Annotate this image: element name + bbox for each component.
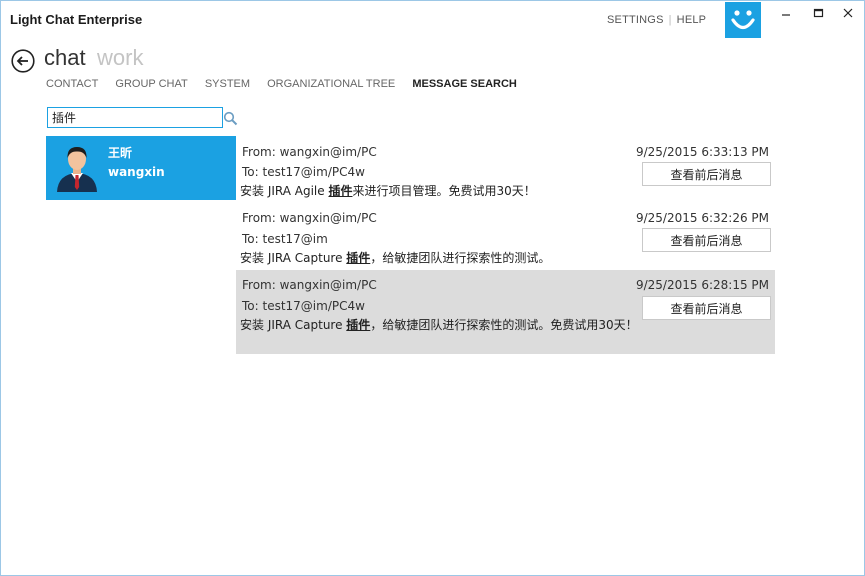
nav-tabs: CONTACT GROUP CHAT SYSTEM ORGANIZATIONAL… bbox=[46, 78, 531, 90]
content-text: ，给敏捷团队进行探索性的测试。免费试用30天！ bbox=[370, 318, 638, 332]
maximize-button[interactable] bbox=[805, 4, 831, 24]
search-highlight: 插件 bbox=[346, 318, 371, 332]
message-from: From: wangxin@im/PC bbox=[242, 278, 377, 292]
tab-system[interactable]: SYSTEM bbox=[205, 78, 250, 90]
content-text: 安装 JIRA Capture bbox=[240, 251, 347, 265]
tab-contact[interactable]: CONTACT bbox=[46, 78, 98, 90]
app-window: Light Chat Enterprise SETTINGS | HELP chat… bbox=[0, 0, 865, 576]
contact-id: wangxin bbox=[108, 165, 165, 179]
content-text: ，给敏捷团队进行探索性的测试。 bbox=[370, 251, 551, 265]
back-arrow-icon bbox=[11, 49, 35, 73]
contact-name: 王昕 bbox=[108, 146, 133, 160]
message-result-selected[interactable]: From: wangxin@im/PC 9/25/2015 6:28:15 PM… bbox=[236, 270, 775, 354]
tab-message-search[interactable]: MESSAGE SEARCH bbox=[412, 78, 517, 90]
maximize-icon bbox=[813, 8, 824, 18]
help-link[interactable]: HELP bbox=[677, 14, 707, 26]
message-time: 9/25/2015 6:28:15 PM bbox=[635, 278, 769, 292]
close-button[interactable] bbox=[835, 4, 861, 24]
top-links: SETTINGS | HELP bbox=[607, 14, 706, 26]
tab-group-chat[interactable]: GROUP CHAT bbox=[115, 78, 187, 90]
message-to: To: test17@im/PC4w bbox=[242, 165, 365, 179]
mode-chat-tab[interactable]: chat bbox=[44, 45, 86, 71]
contact-card[interactable]: 王昕 wangxin bbox=[46, 136, 236, 200]
message-to: To: test17@im/PC4w bbox=[242, 299, 365, 313]
view-context-button[interactable]: 查看前后消息 bbox=[642, 296, 771, 320]
search-icon[interactable] bbox=[223, 111, 238, 126]
smiley-logo-icon bbox=[725, 2, 761, 38]
view-context-button[interactable]: 查看前后消息 bbox=[642, 162, 771, 186]
message-content: 安装 JIRA Capture 插件，给敏捷团队进行探索性的测试。 bbox=[240, 250, 640, 267]
search-highlight: 插件 bbox=[328, 184, 353, 198]
search-highlight: 插件 bbox=[346, 251, 371, 265]
message-from: From: wangxin@im/PC bbox=[242, 211, 377, 225]
content-text: 安装 JIRA Capture bbox=[240, 318, 347, 332]
mode-work-tab[interactable]: work bbox=[97, 45, 143, 71]
content-text: 安装 JIRA Agile bbox=[240, 184, 329, 198]
search-input[interactable] bbox=[47, 107, 223, 128]
tab-organizational-tree[interactable]: ORGANIZATIONAL TREE bbox=[267, 78, 395, 90]
view-context-button[interactable]: 查看前后消息 bbox=[642, 228, 771, 252]
settings-link[interactable]: SETTINGS bbox=[607, 14, 664, 26]
window-controls bbox=[773, 4, 863, 24]
message-result[interactable]: From: wangxin@im/PC 9/25/2015 6:33:13 PM… bbox=[236, 140, 775, 205]
message-content: 安装 JIRA Agile 插件来进行项目管理。免费试用30天！ bbox=[240, 183, 640, 200]
minimize-icon bbox=[782, 14, 790, 16]
avatar bbox=[56, 142, 98, 192]
link-separator: | bbox=[668, 14, 672, 26]
close-icon bbox=[843, 8, 853, 18]
app-title: Light Chat Enterprise bbox=[10, 12, 143, 27]
message-result[interactable]: From: wangxin@im/PC 9/25/2015 6:32:26 PM… bbox=[236, 206, 775, 270]
message-time: 9/25/2015 6:33:13 PM bbox=[635, 145, 769, 159]
message-content: 安装 JIRA Capture 插件，给敏捷团队进行探索性的测试。免费试用30天… bbox=[240, 317, 640, 334]
minimize-button[interactable] bbox=[773, 4, 799, 24]
back-button[interactable] bbox=[11, 49, 35, 73]
message-time: 9/25/2015 6:32:26 PM bbox=[635, 211, 769, 225]
message-to: To: test17@im bbox=[242, 232, 328, 246]
message-from: From: wangxin@im/PC bbox=[242, 145, 377, 159]
content-text: 来进行项目管理。免费试用30天！ bbox=[352, 184, 536, 198]
